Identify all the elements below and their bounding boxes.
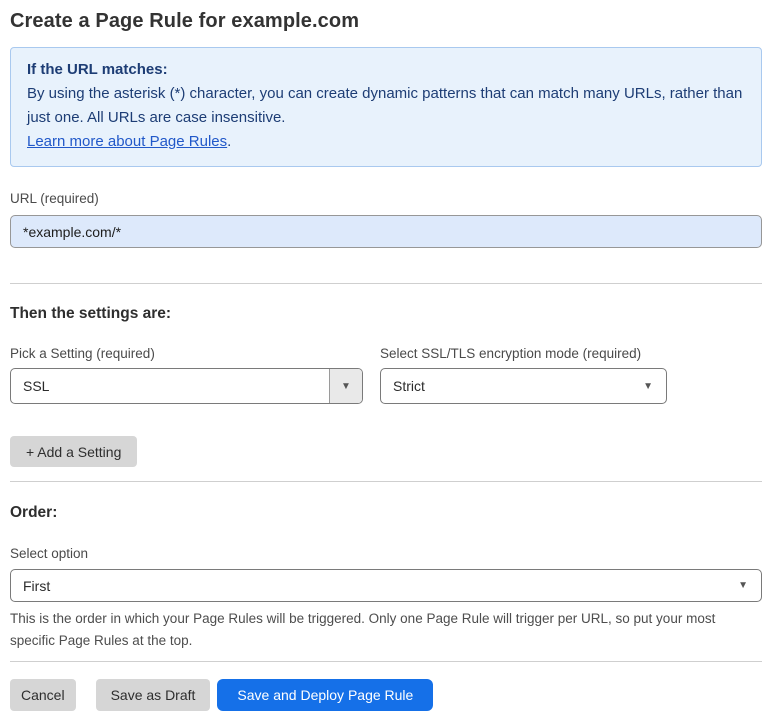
save-as-draft-button[interactable]: Save as Draft: [95, 679, 211, 711]
info-box-heading: If the URL matches:: [27, 61, 168, 78]
url-input[interactable]: [10, 215, 762, 248]
chevron-down-icon: ▼: [738, 580, 748, 591]
setting-picker-column: Pick a Setting (required) SSL ▼: [10, 346, 363, 404]
link-suffix: .: [227, 133, 232, 150]
order-help-text: This is the order in which your Page Rul…: [10, 611, 716, 648]
settings-row: Pick a Setting (required) SSL ▼ Select S…: [10, 346, 762, 404]
info-box-link-line: Learn more about Page Rules.: [27, 133, 231, 150]
url-match-info-box: If the URL matches: By using the asteris…: [10, 47, 762, 167]
page-rule-form: Create a Page Rule for example.com If th…: [0, 0, 772, 711]
setting-select[interactable]: SSL ▼: [10, 368, 363, 404]
save-and-deploy-button[interactable]: Save and Deploy Page Rule: [217, 679, 434, 711]
order-section-heading: Order:: [10, 504, 58, 521]
chevron-down-icon: ▼: [643, 380, 653, 392]
ssl-mode-column: Select SSL/TLS encryption mode (required…: [380, 346, 667, 404]
ssl-mode-select[interactable]: Strict ▼: [380, 368, 667, 404]
divider: [10, 661, 762, 662]
add-setting-button[interactable]: + Add a Setting: [10, 436, 138, 467]
order-select-label: Select option: [10, 546, 89, 561]
chevron-down-icon[interactable]: ▼: [329, 369, 362, 403]
url-field-label: URL (required): [10, 191, 99, 206]
divider: [10, 283, 762, 284]
order-select[interactable]: First ▼: [10, 569, 762, 602]
page-title: Create a Page Rule for example.com: [10, 10, 360, 32]
info-box-body: By using the asterisk (*) character, you…: [27, 85, 743, 126]
footer-actions: Cancel Save as Draft Save and Deploy Pag…: [10, 679, 762, 711]
setting-select-value: SSL: [23, 378, 50, 394]
order-select-value: First: [23, 577, 51, 594]
setting-picker-label: Pick a Setting (required): [10, 346, 155, 361]
learn-more-link[interactable]: Learn more about Page Rules: [27, 133, 227, 150]
cancel-button[interactable]: Cancel: [10, 679, 76, 711]
settings-section-heading: Then the settings are:: [10, 305, 172, 322]
ssl-mode-select-value: Strict: [393, 378, 425, 394]
ssl-mode-label: Select SSL/TLS encryption mode (required…: [380, 346, 642, 361]
divider: [10, 481, 762, 482]
